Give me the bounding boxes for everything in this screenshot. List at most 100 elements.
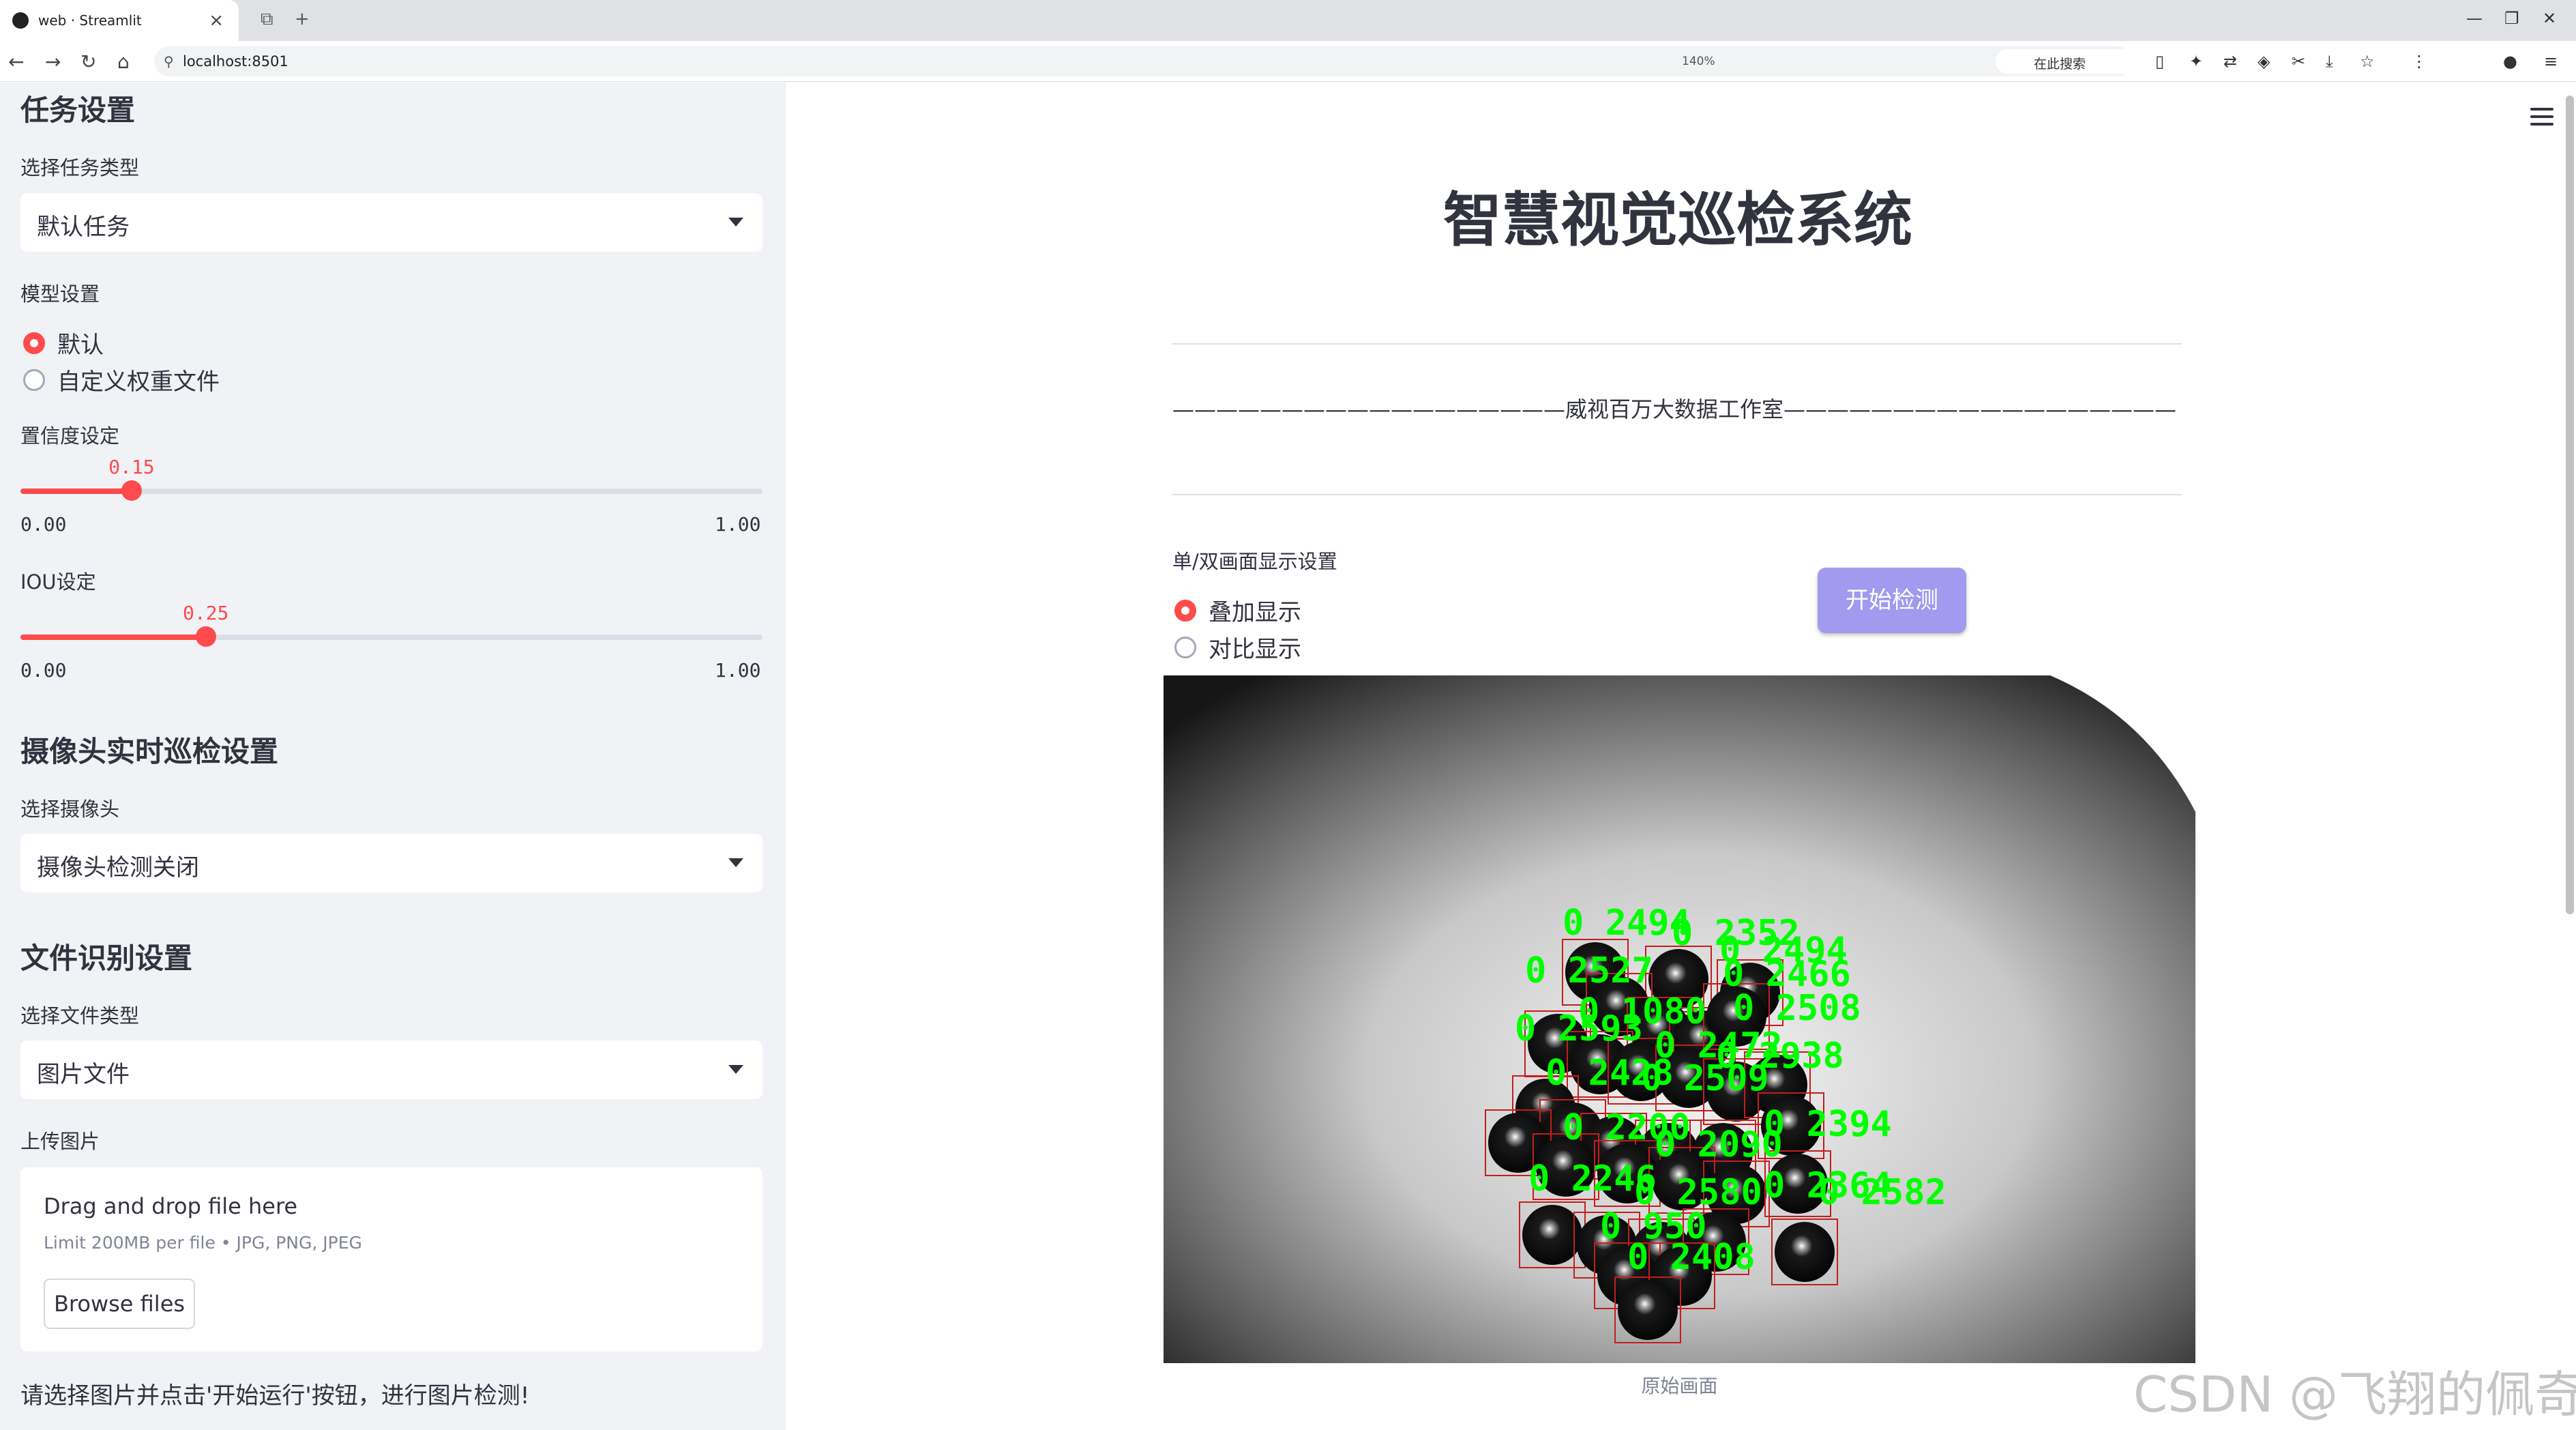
confidence-value: 0.15 [108, 456, 155, 478]
browser-addressbar: ← → ↻ ⌂ ⚲ localhost:8501 140% 在此搜索 ▯ ✦ ⇄… [0, 41, 2576, 82]
detection-label: 0 2090 [1655, 1124, 1783, 1165]
camera-select[interactable]: 摄像头检测关闭 [20, 834, 763, 892]
watermark: CSDN @飞翔的佩奇 [2133, 1366, 2576, 1423]
iou-value: 0.25 [183, 602, 229, 624]
url-text: localhost:8501 [183, 53, 288, 70]
site-info-icon[interactable]: ⚲ [164, 53, 174, 70]
detection-label: 0 2582 [1818, 1172, 1946, 1213]
chevron-down-icon [728, 1065, 743, 1074]
chevron-down-icon [728, 858, 743, 867]
detected-ball [1775, 1222, 1835, 1282]
detected-ball [1522, 1205, 1582, 1265]
divider [1172, 343, 2182, 345]
upload-limit-text: Limit 200MB per file • JPG, PNG, JPEG [44, 1233, 362, 1253]
image-caption: 原始画面 [1641, 1375, 1718, 1397]
confidence-label: 置信度设定 [20, 424, 120, 448]
new-tab-icon[interactable]: + [295, 9, 310, 29]
upload-label: 上传图片 [20, 1130, 100, 1153]
home-icon[interactable]: ⌂ [117, 50, 130, 73]
sidebar-toggle-icon[interactable]: ▯ [2155, 52, 2164, 71]
screenshot-icon[interactable]: ✂ [2292, 52, 2305, 71]
bookmark-manager-icon[interactable]: ◈ [2257, 52, 2270, 71]
instruction-text: 请选择图片并点击'开始运行'按钮，进行图片检测! [20, 1382, 530, 1410]
model-option-label: 自定义权重文件 [57, 368, 220, 396]
task-type-select[interactable]: 默认任务 [20, 193, 763, 252]
model-option-default[interactable]: 默认 [23, 326, 104, 360]
tab-group-icon[interactable]: ⧉ [261, 9, 273, 30]
browse-files-button[interactable]: Browse files [44, 1279, 195, 1329]
extension-icon[interactable]: ✦ [2189, 52, 2203, 71]
radio-selected-icon [1174, 599, 1196, 622]
radio-unselected-icon [1174, 636, 1196, 658]
task-settings-heading: 任务设置 [20, 93, 136, 127]
model-settings-label: 模型设置 [20, 282, 100, 306]
start-detection-button[interactable]: 开始检测 [1818, 568, 1966, 633]
file-settings-heading: 文件识别设置 [20, 942, 193, 975]
model-option-custom[interactable]: 自定义权重文件 [23, 363, 220, 396]
detection-label: 0 2408 [1627, 1237, 1756, 1278]
dropzone-text: Drag and drop file here [44, 1193, 298, 1219]
confidence-slider[interactable] [20, 480, 763, 501]
search-placeholder: 在此搜索 [2034, 57, 2086, 72]
task-type-value: 默认任务 [37, 214, 130, 241]
display-option-label: 叠加显示 [1209, 599, 1301, 626]
camera-select-label: 选择摄像头 [20, 798, 120, 821]
file-type-label: 选择文件类型 [20, 1004, 140, 1027]
task-type-label: 选择任务类型 [20, 156, 140, 179]
minimize-icon[interactable]: — [2466, 9, 2483, 28]
reload-icon[interactable]: ↻ [80, 50, 96, 73]
radio-selected-icon [23, 332, 45, 354]
streamlit-favicon-icon [12, 12, 29, 29]
slider-thumb[interactable] [121, 480, 143, 501]
studio-banner: ——————————————————威视百万大数据工作室————————————… [1172, 396, 2177, 422]
iou-min: 0.00 [20, 659, 67, 682]
translate-icon[interactable]: ⇄ [2223, 52, 2237, 71]
detection-label: 0 2509 [1641, 1058, 1769, 1099]
page-title: 智慧视觉巡检系统 [1443, 186, 1912, 254]
download-icon[interactable]: ⤓ [2326, 52, 2333, 71]
display-option-compare[interactable]: 对比显示 [1174, 630, 1301, 664]
close-window-icon[interactable]: ✕ [2543, 9, 2556, 28]
scrollbar[interactable] [2566, 96, 2574, 914]
iou-slider[interactable] [20, 626, 763, 647]
confidence-min: 0.00 [20, 513, 67, 536]
detection-label: 0 2508 [1733, 988, 1861, 1029]
detection-label: 0 2527 [1525, 950, 1653, 991]
browser-tabbar: web · Streamlit × ⧉ + — ❐ ✕ [0, 0, 2576, 41]
favorite-icon[interactable]: ☆ [2360, 52, 2375, 71]
detection-label: 0 2394 [1764, 1104, 1892, 1145]
detection-image: 0 2494 0 2352 0 2494 0 2527 0 2466 0 2508 0 25… [1164, 675, 2195, 1363]
chevron-down-icon [728, 218, 743, 227]
radio-unselected-icon [23, 368, 45, 391]
profile-avatar-icon[interactable]: ● [2503, 52, 2517, 71]
divider [1172, 494, 2182, 495]
display-mode-label: 单/双画面显示设置 [1172, 550, 1337, 573]
restore-icon[interactable]: ❐ [2504, 9, 2519, 28]
confidence-max: 1.00 [715, 513, 761, 536]
tab-title: web · Streamlit [38, 12, 142, 29]
forward-icon[interactable]: → [45, 50, 61, 73]
browser-tab[interactable]: web · Streamlit × [0, 0, 239, 41]
slider-fill [20, 634, 206, 640]
slider-thumb[interactable] [196, 626, 216, 647]
browser-menu-icon[interactable]: ≡ [2544, 52, 2558, 71]
file-uploader-dropzone[interactable]: Drag and drop file here Limit 200MB per … [20, 1167, 763, 1352]
app-menu-icon[interactable] [2530, 108, 2553, 130]
back-icon[interactable]: ← [8, 50, 24, 73]
close-tab-icon[interactable]: × [209, 10, 224, 31]
camera-value: 摄像头检测关闭 [37, 854, 199, 881]
file-type-value: 图片文件 [37, 1061, 130, 1088]
url-bar[interactable]: ⚲ localhost:8501 140% 在此搜索 [154, 46, 2200, 76]
zoom-level[interactable]: 140% [1682, 55, 1715, 68]
search-box[interactable]: 在此搜索 [1996, 49, 2200, 74]
iou-label: IOU设定 [20, 570, 96, 594]
model-option-label: 默认 [57, 332, 104, 359]
iou-max: 1.00 [715, 659, 761, 682]
detected-ball [1618, 1280, 1678, 1340]
slider-fill [20, 488, 132, 494]
more-menu-icon[interactable]: ⋮ [2411, 52, 2427, 71]
camera-settings-heading: 摄像头实时巡检设置 [20, 735, 279, 768]
display-option-label: 对比显示 [1209, 636, 1301, 663]
file-type-select[interactable]: 图片文件 [20, 1040, 763, 1099]
display-option-overlay[interactable]: 叠加显示 [1174, 594, 1301, 627]
